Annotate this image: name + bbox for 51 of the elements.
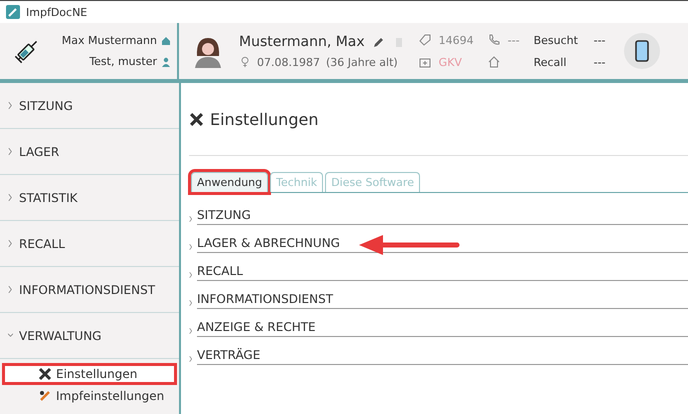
visited-label: Besucht bbox=[534, 34, 579, 46]
user-name: Max Mustermann bbox=[62, 34, 157, 47]
window-title: ImpfDocNE bbox=[26, 6, 88, 18]
sidebar-item[interactable]: VERWALTUNG bbox=[0, 313, 179, 359]
tag-icon bbox=[418, 34, 431, 46]
tab[interactable]: Anwendung bbox=[191, 172, 268, 192]
patient-name: Mustermann, Max bbox=[239, 34, 365, 50]
chevron-icon bbox=[189, 272, 193, 278]
chevron-icon bbox=[189, 244, 193, 250]
mobile-button[interactable] bbox=[624, 33, 660, 69]
chevron-icon bbox=[8, 194, 13, 201]
person-icon bbox=[161, 56, 171, 66]
chevron-icon bbox=[8, 102, 13, 109]
age: (36 Jahre alt) bbox=[326, 56, 398, 68]
sidebar-item[interactable]: STATISTIK bbox=[0, 175, 179, 221]
phone-device-icon bbox=[634, 40, 649, 62]
sidebar-item[interactable]: RECALL bbox=[0, 221, 179, 267]
sidebar-item[interactable]: INFORMATIONSDIENST bbox=[0, 267, 179, 313]
birthdate: 07.08.1987 bbox=[257, 56, 320, 68]
sidebar-subitem[interactable]: Einstellungen bbox=[2, 363, 177, 385]
settings-section[interactable]: RECALL bbox=[197, 264, 688, 281]
settings-section[interactable]: VERTRÄGE bbox=[197, 348, 688, 365]
sidebar-item[interactable]: LAGER bbox=[0, 129, 179, 175]
chevron-icon bbox=[8, 286, 13, 293]
chevron-icon bbox=[189, 300, 193, 306]
chevron-icon bbox=[8, 240, 13, 247]
chevron-icon bbox=[189, 216, 193, 222]
female-icon bbox=[239, 56, 251, 68]
chevron-icon bbox=[189, 356, 193, 362]
app-logo-icon bbox=[6, 5, 20, 19]
chevron-icon bbox=[8, 332, 13, 339]
page-title: Einstellungen bbox=[210, 110, 318, 128]
recall-label: Recall bbox=[534, 56, 568, 68]
chevron-icon bbox=[8, 148, 13, 155]
sidebar-item[interactable]: SITZUNG bbox=[0, 83, 179, 129]
insurance: GKV bbox=[438, 56, 462, 68]
visited-value: --- bbox=[594, 34, 606, 46]
sidebar-subitem[interactable]: Impfeinstellungen bbox=[2, 385, 177, 407]
patient-id: 14694 bbox=[438, 34, 474, 46]
phone-icon bbox=[488, 34, 500, 46]
house-icon bbox=[488, 56, 500, 68]
recall-value: --- bbox=[594, 56, 606, 68]
chevron-icon bbox=[189, 328, 193, 334]
home-icon bbox=[161, 36, 171, 46]
settings-section[interactable]: ANZEIGE & RECHTE bbox=[197, 320, 688, 337]
medical-case-icon bbox=[418, 56, 431, 68]
practice-name: Test, muster bbox=[89, 55, 157, 68]
phone-number: --- bbox=[508, 34, 520, 46]
edit-icon[interactable] bbox=[372, 36, 385, 48]
settings-section[interactable]: SITZUNG bbox=[197, 208, 688, 225]
settings-section[interactable]: INFORMATIONSDIENST bbox=[197, 292, 688, 309]
